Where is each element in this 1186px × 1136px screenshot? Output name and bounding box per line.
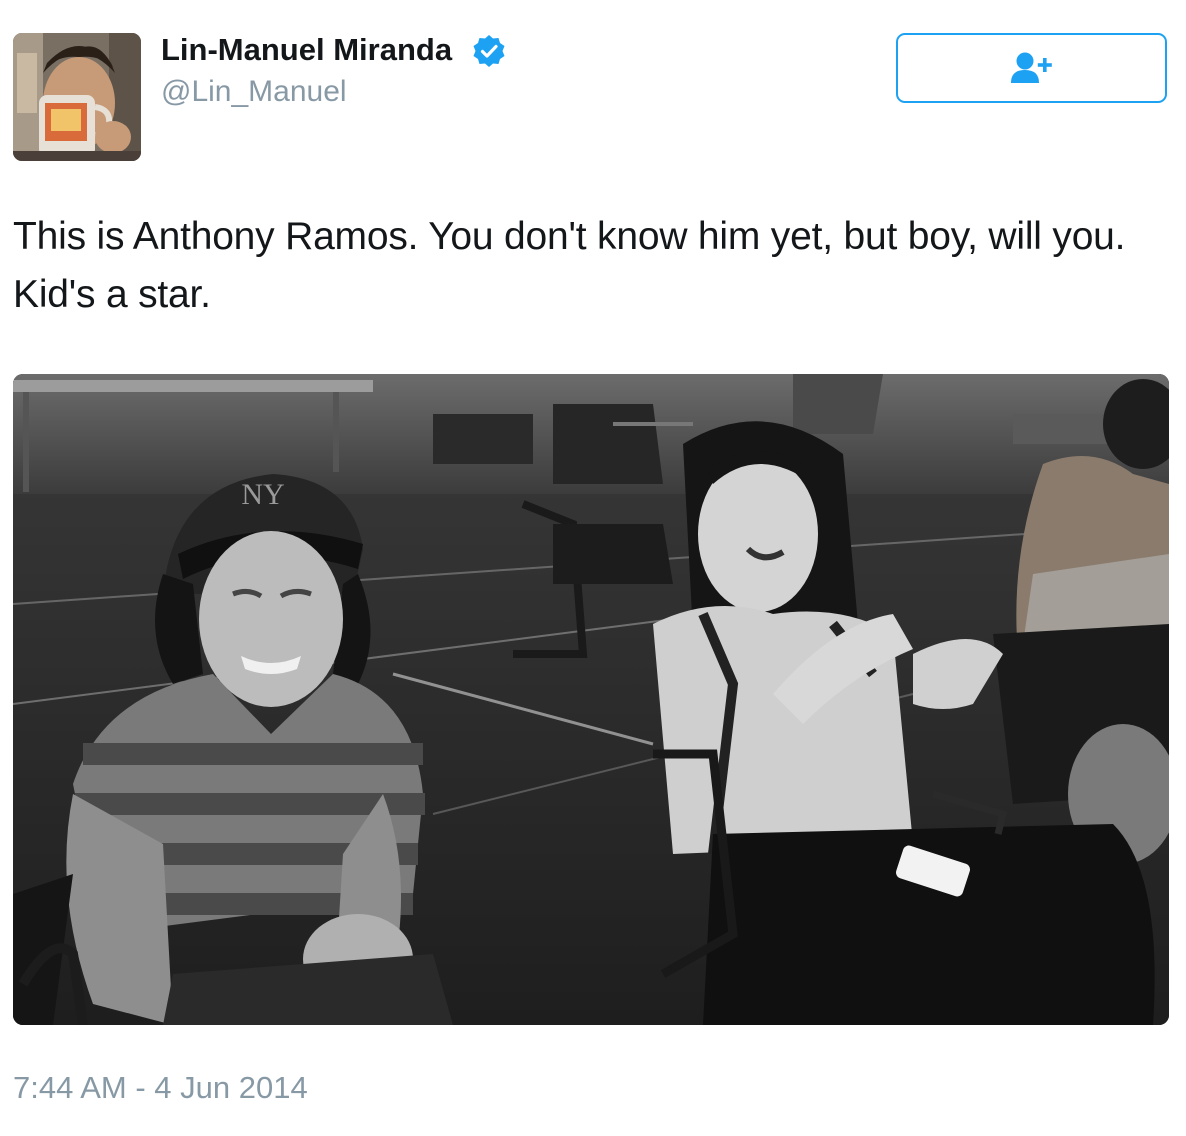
author-display-name[interactable]: Lin-Manuel Miranda xyxy=(161,30,452,70)
add-user-icon xyxy=(1010,52,1052,83)
verified-badge-icon xyxy=(473,35,505,67)
cap-logo: NY xyxy=(241,478,284,511)
tweet-photo[interactable]: NY xyxy=(13,374,1169,1025)
tweet-text: This is Anthony Ramos. You don't know hi… xyxy=(13,215,1126,316)
tweet-timestamp[interactable]: 7:44 AM - 4 Jun 2014 xyxy=(13,1066,308,1110)
avatar-photo xyxy=(13,33,141,161)
author-handle[interactable]: @Lin_Manuel xyxy=(161,73,347,111)
follow-button[interactable] xyxy=(896,33,1167,103)
rehearsal-photo: NY xyxy=(13,374,1169,1025)
author-avatar[interactable] xyxy=(13,33,141,161)
